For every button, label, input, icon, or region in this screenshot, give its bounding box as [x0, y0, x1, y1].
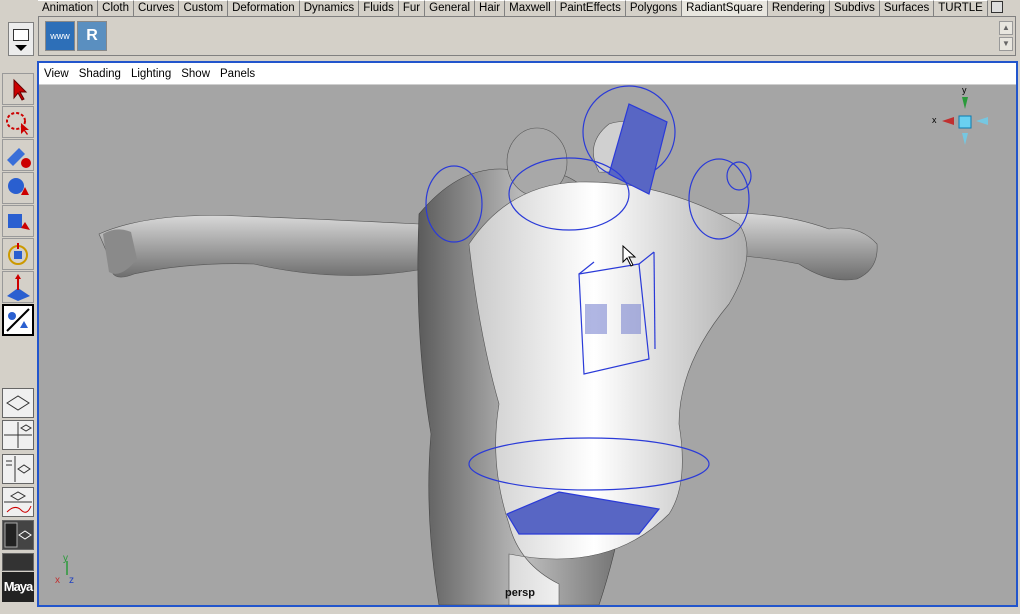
maya-logo: Maya [2, 572, 34, 602]
tab-dynamics[interactable]: Dynamics [299, 0, 360, 16]
persp-hypershade-layout-icon[interactable] [2, 520, 34, 550]
menu-lighting[interactable]: Lighting [126, 68, 176, 80]
radiantsquare-icon-label: R [86, 27, 98, 44]
panel-menu-bar: View Shading Lighting Show Panels [39, 63, 1016, 85]
menu-shading[interactable]: Shading [74, 68, 126, 80]
tab-maxwell[interactable]: Maxwell [505, 0, 556, 16]
four-view-layout-icon[interactable] [2, 420, 34, 450]
persp-graph-layout-icon[interactable] [2, 487, 34, 517]
shelf-area: www R ▲ ▼ [38, 16, 1016, 56]
shelf-tabs: Animation Cloth Curves Custom Deformatio… [38, 0, 1020, 16]
radiantsquare-icon[interactable]: R [77, 21, 107, 51]
view-cube-x-label: x [932, 115, 937, 125]
chevron-down-icon [15, 45, 27, 51]
character-left-arm [98, 215, 425, 278]
tab-rendering[interactable]: Rendering [767, 0, 830, 16]
shelf-display-icon [13, 29, 29, 41]
persp-relationship-layout-icon[interactable] [2, 553, 34, 571]
tab-deformation[interactable]: Deformation [228, 0, 300, 16]
trash-icon[interactable] [990, 1, 1003, 13]
shelf-menu-button[interactable] [8, 22, 34, 56]
toolbox [0, 72, 36, 337]
www-icon-label: www [50, 31, 70, 41]
tab-turtle[interactable]: TURTLE [934, 0, 988, 16]
tab-hair[interactable]: Hair [475, 0, 506, 16]
tab-curves[interactable]: Curves [134, 0, 180, 16]
tab-subdivs[interactable]: Subdivs [829, 0, 880, 16]
select-tool-icon[interactable] [2, 73, 34, 105]
tab-general[interactable]: General [425, 0, 476, 16]
lasso-tool-icon[interactable] [2, 106, 34, 138]
axis-indicator: y x z [55, 553, 74, 586]
axis-z-label: z [69, 575, 74, 586]
tab-polygons[interactable]: Polygons [625, 0, 683, 16]
scene-canvas[interactable] [39, 84, 1016, 605]
tab-cloth[interactable]: Cloth [98, 0, 134, 16]
menu-view[interactable]: View [39, 68, 74, 80]
persp-outliner-layout-icon[interactable] [2, 454, 34, 484]
scale-tool-icon[interactable] [2, 238, 34, 270]
last-tool-icon[interactable] [2, 304, 34, 336]
paint-select-tool-icon[interactable] [2, 139, 34, 171]
menu-show[interactable]: Show [176, 68, 215, 80]
single-perspective-layout-icon[interactable] [2, 388, 34, 418]
tab-custom[interactable]: Custom [179, 0, 229, 16]
www-icon[interactable]: www [45, 21, 75, 51]
shelf-scroll-up-icon[interactable]: ▲ [999, 21, 1013, 35]
view-cube-y-label: y [962, 85, 967, 95]
axis-y-label: y [63, 553, 68, 564]
tab-fur[interactable]: Fur [398, 0, 426, 16]
viewport-panel[interactable]: View Shading Lighting Show Panels y x y … [37, 61, 1018, 607]
manipulator-tool-icon[interactable] [2, 271, 34, 303]
rotate-tool-icon[interactable] [2, 205, 34, 237]
tab-surfaces[interactable]: Surfaces [879, 0, 935, 16]
tab-animation[interactable]: Animation [38, 0, 99, 16]
view-cube[interactable]: y x [930, 85, 1002, 155]
shelf-scroll-down-icon[interactable]: ▼ [999, 37, 1013, 51]
camera-name-label: persp [505, 587, 535, 599]
tab-radiantsquare[interactable]: RadiantSquare [682, 0, 768, 16]
move-tool-icon[interactable] [2, 172, 34, 204]
tab-fluids[interactable]: Fluids [359, 0, 399, 16]
menu-panels[interactable]: Panels [215, 68, 260, 80]
tab-painteffects[interactable]: PaintEffects [555, 0, 626, 16]
axis-x-label: x [55, 575, 60, 586]
